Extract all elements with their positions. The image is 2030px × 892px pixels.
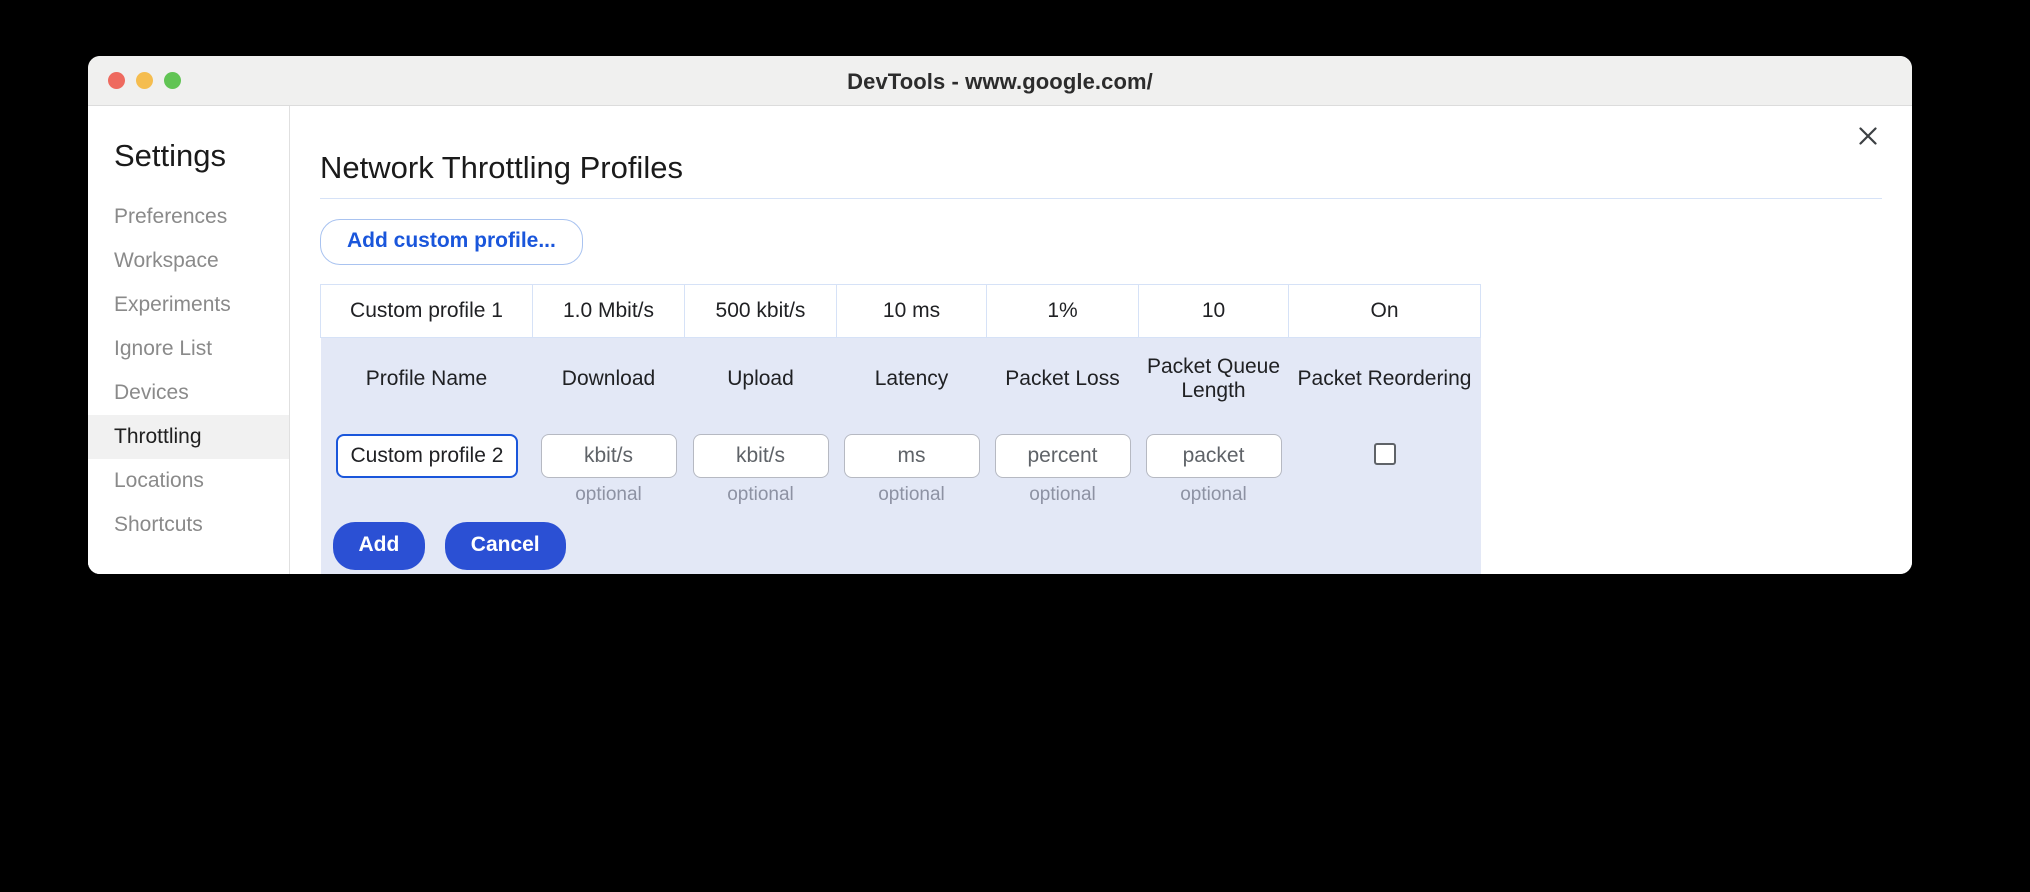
cell-input-download [532,420,685,478]
column-header-packet-queue-length: Packet Queue Length [1138,337,1289,420]
cancel-button[interactable]: Cancel [444,522,566,570]
packet-reordering-checkbox[interactable] [1373,442,1396,465]
sidebar-item-throttling[interactable]: Throttling [88,415,289,459]
sidebar-item-workspace[interactable]: Workspace [88,239,289,283]
hint-upload-optional: optional [684,478,837,512]
packet-queue-length-input[interactable] [1145,434,1282,478]
screen: DevTools - www.google.com/ Settings Pref… [0,0,2030,892]
column-header-latency: Latency [836,337,987,420]
profile-name-input[interactable] [335,434,518,478]
hint-packet-queue-optional: optional [1138,478,1289,512]
hint-download-optional: optional [532,478,685,512]
throttling-profiles-table: Custom profile 1 1.0 Mbit/s 500 kbit/s 1… [320,284,1481,574]
upload-input[interactable] [692,434,829,478]
cell-input-profile-name [320,420,533,478]
sidebar-item-experiments[interactable]: Experiments [88,283,289,327]
page-title: Network Throttling Profiles [320,150,683,185]
sidebar-item-devices[interactable]: Devices [88,371,289,415]
window-title: DevTools - www.google.com/ [847,69,1153,94]
hint-packet-loss-optional: optional [986,478,1139,512]
optional-hints-row: optional optional optional optional opti… [320,478,1481,512]
download-input[interactable] [540,434,677,478]
settings-sidebar: Settings Preferences Workspace Experimen… [88,106,290,574]
cell-profile-name: Custom profile 1 [320,284,533,338]
form-actions-row: Add Cancel [320,512,1481,574]
settings-content-pane: Network Throttling Profiles Add custom p… [290,106,1912,574]
cell-packet-reordering: On [1288,284,1481,338]
table-header-row: Profile Name Download Upload Latency Pac… [320,337,1481,420]
cell-upload: 500 kbit/s [684,284,837,338]
packet-loss-input[interactable] [994,434,1131,478]
column-header-download: Download [532,337,685,420]
settings-dialog: Settings Preferences Workspace Experimen… [88,106,1912,574]
sidebar-item-ignore-list[interactable]: Ignore List [88,327,289,371]
table-row-existing-profile[interactable]: Custom profile 1 1.0 Mbit/s 500 kbit/s 1… [320,284,1481,338]
close-icon [1856,124,1880,148]
window-titlebar: DevTools - www.google.com/ [88,56,1912,106]
column-header-packet-loss: Packet Loss [986,337,1139,420]
cell-input-latency [836,420,987,478]
sidebar-item-shortcuts[interactable]: Shortcuts [88,503,289,547]
hint-reorder-spacer [1288,478,1481,512]
latency-input[interactable] [843,434,980,478]
add-button[interactable]: Add [332,522,426,570]
cell-latency: 10 ms [836,284,987,338]
cell-input-packet-queue-length [1138,420,1289,478]
column-header-packet-reordering: Packet Reordering [1288,337,1481,420]
settings-heading: Settings [114,138,227,173]
cell-packet-queue-length: 10 [1138,284,1289,338]
cell-download: 1.0 Mbit/s [532,284,685,338]
cell-input-packet-loss [986,420,1139,478]
sidebar-item-locations[interactable]: Locations [88,459,289,503]
devtools-window: DevTools - www.google.com/ Settings Pref… [88,56,1912,574]
title-divider [320,198,1882,199]
sidebar-item-preferences[interactable]: Preferences [88,195,289,239]
column-header-upload: Upload [684,337,837,420]
cell-packet-loss: 1% [986,284,1139,338]
close-settings-button[interactable] [1850,118,1886,154]
hint-latency-optional: optional [836,478,987,512]
cell-input-upload [684,420,837,478]
new-profile-form-row [320,420,1481,478]
column-header-profile-name: Profile Name [320,337,533,420]
hint-spacer [320,478,533,512]
cell-form-actions: Add Cancel [320,512,1481,574]
cell-input-packet-reordering [1288,420,1481,478]
add-custom-profile-button[interactable]: Add custom profile... [320,219,583,265]
